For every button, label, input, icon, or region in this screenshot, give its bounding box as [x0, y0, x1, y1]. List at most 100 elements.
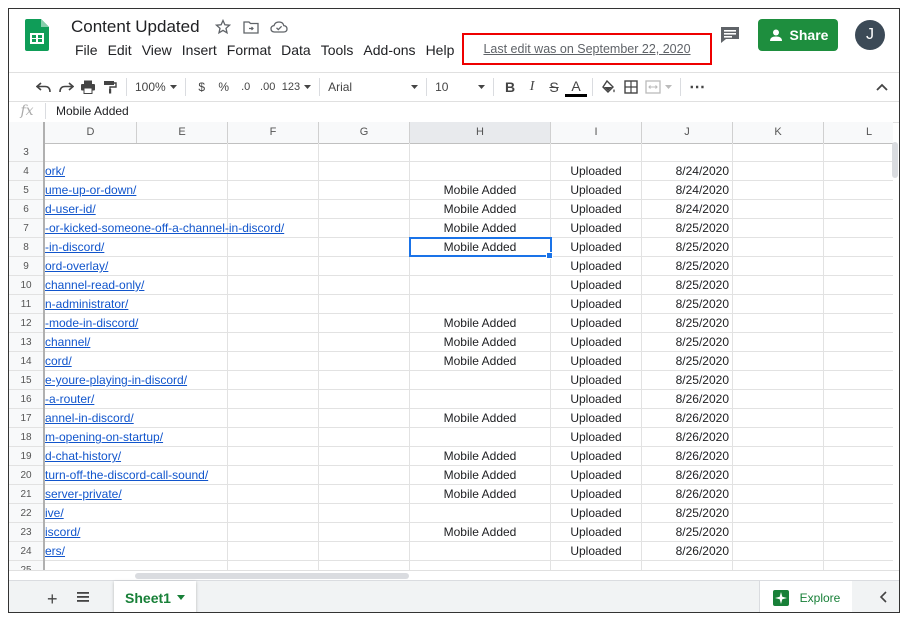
cell-empty[interactable]: [733, 428, 824, 446]
cell-empty[interactable]: [137, 162, 228, 180]
cell-empty[interactable]: [228, 466, 319, 484]
cell-empty[interactable]: [733, 162, 824, 180]
cell-url[interactable]: e-youre-playing-in-discord/: [45, 371, 187, 389]
cell-empty[interactable]: [228, 561, 319, 570]
cell-empty[interactable]: [228, 523, 319, 541]
borders-icon[interactable]: [620, 75, 642, 99]
cell-url[interactable]: channel-read-only/: [45, 276, 144, 294]
cell-empty[interactable]: [733, 181, 824, 199]
cell-date[interactable]: 8/26/2020: [642, 409, 733, 427]
cell-empty[interactable]: [319, 238, 410, 256]
cell-empty[interactable]: [137, 390, 228, 408]
cell-empty[interactable]: [319, 181, 410, 199]
cell-date[interactable]: [642, 143, 733, 161]
cell-upload-status[interactable]: Uploaded: [551, 485, 642, 503]
cell-empty[interactable]: [137, 276, 228, 294]
cell-empty[interactable]: [228, 447, 319, 465]
cell-mobile-status[interactable]: [410, 390, 551, 408]
cell-upload-status[interactable]: Uploaded: [551, 447, 642, 465]
cell-empty[interactable]: [228, 485, 319, 503]
cell-upload-status[interactable]: Uploaded: [551, 314, 642, 332]
explore-button[interactable]: Explore: [759, 581, 852, 612]
cell-date[interactable]: 8/26/2020: [642, 485, 733, 503]
column-header-k[interactable]: K: [733, 122, 824, 143]
redo-icon[interactable]: [55, 75, 77, 99]
cell-empty[interactable]: [319, 295, 410, 313]
cell-empty[interactable]: [319, 561, 410, 570]
cell-date[interactable]: 8/25/2020: [642, 219, 733, 237]
row-header[interactable]: 6: [9, 200, 43, 219]
zoom-select[interactable]: 100%: [132, 75, 180, 99]
cell-date[interactable]: 8/26/2020: [642, 428, 733, 446]
merge-cells-icon[interactable]: [642, 75, 675, 99]
cell-date[interactable]: 8/24/2020: [642, 181, 733, 199]
cell-empty[interactable]: [228, 333, 319, 351]
cell-upload-status[interactable]: Uploaded: [551, 409, 642, 427]
cell-upload-status[interactable]: Uploaded: [551, 352, 642, 370]
cell-empty[interactable]: [319, 371, 410, 389]
cell-upload-status[interactable]: [551, 143, 642, 161]
cell-empty[interactable]: [228, 352, 319, 370]
cell-empty[interactable]: [137, 447, 228, 465]
cell-empty[interactable]: [733, 276, 824, 294]
cell-empty[interactable]: [733, 143, 824, 161]
cell-empty[interactable]: [319, 257, 410, 275]
cell-mobile-status[interactable]: Mobile Added: [410, 333, 551, 351]
bold-button[interactable]: B: [499, 75, 521, 99]
paint-format-icon[interactable]: [99, 75, 121, 99]
cell-mobile-status[interactable]: Mobile Added: [410, 523, 551, 541]
cell-date[interactable]: 8/25/2020: [642, 238, 733, 256]
cell-empty[interactable]: [228, 162, 319, 180]
cell-date[interactable]: 8/25/2020: [642, 523, 733, 541]
cell-empty[interactable]: [228, 314, 319, 332]
cell-date[interactable]: 8/25/2020: [642, 504, 733, 522]
cell-empty[interactable]: [733, 485, 824, 503]
cell-empty[interactable]: [319, 485, 410, 503]
cell-empty[interactable]: [824, 352, 893, 370]
sheet-tab-sheet1[interactable]: Sheet1: [114, 581, 196, 612]
cell-url[interactable]: n-administrator/: [45, 295, 137, 313]
format-percent-button[interactable]: %: [213, 75, 235, 99]
cell-upload-status[interactable]: Uploaded: [551, 257, 642, 275]
corner-cell[interactable]: [9, 122, 45, 143]
cell-url[interactable]: ord-overlay/: [45, 257, 137, 275]
cell-date[interactable]: 8/24/2020: [642, 200, 733, 218]
cell-mobile-status[interactable]: [410, 561, 551, 570]
cell-empty[interactable]: [319, 466, 410, 484]
cell-mobile-status[interactable]: [410, 295, 551, 313]
cell-upload-status[interactable]: Uploaded: [551, 371, 642, 389]
row-header[interactable]: 9: [9, 257, 43, 276]
cell-mobile-status[interactable]: [410, 428, 551, 446]
more-formats-select[interactable]: 123: [279, 75, 314, 99]
row-header[interactable]: 11: [9, 295, 43, 314]
cell-empty[interactable]: [733, 333, 824, 351]
cell-date[interactable]: 8/24/2020: [642, 162, 733, 180]
cell-empty[interactable]: [733, 409, 824, 427]
row-header[interactable]: 4: [9, 162, 43, 181]
cell-empty[interactable]: [824, 295, 893, 313]
cell-empty[interactable]: [824, 200, 893, 218]
cell-empty[interactable]: [137, 200, 228, 218]
row-header[interactable]: 7: [9, 219, 43, 238]
cell-empty[interactable]: [319, 276, 410, 294]
column-header-e[interactable]: E: [137, 122, 228, 143]
cell-empty[interactable]: [228, 257, 319, 275]
cell-empty[interactable]: [137, 561, 228, 570]
cell-upload-status[interactable]: Uploaded: [551, 238, 642, 256]
cell-url[interactable]: d-chat-history/: [45, 447, 137, 465]
add-sheet-icon[interactable]: +: [47, 589, 58, 610]
menu-view[interactable]: View: [137, 42, 177, 58]
cell-mobile-status[interactable]: Mobile Added: [410, 409, 551, 427]
cell-mobile-status[interactable]: [410, 276, 551, 294]
cell-empty[interactable]: [228, 542, 319, 560]
strikethrough-button[interactable]: S: [543, 75, 565, 99]
cell-empty[interactable]: [733, 504, 824, 522]
row-header[interactable]: 3: [9, 143, 43, 162]
star-icon[interactable]: [214, 18, 232, 36]
cell-empty[interactable]: [137, 409, 228, 427]
cell-mobile-status[interactable]: Mobile Added: [410, 181, 551, 199]
cell-mobile-status[interactable]: [410, 371, 551, 389]
row-header[interactable]: 18: [9, 428, 43, 447]
cell-empty[interactable]: [733, 447, 824, 465]
cell-empty[interactable]: [319, 162, 410, 180]
